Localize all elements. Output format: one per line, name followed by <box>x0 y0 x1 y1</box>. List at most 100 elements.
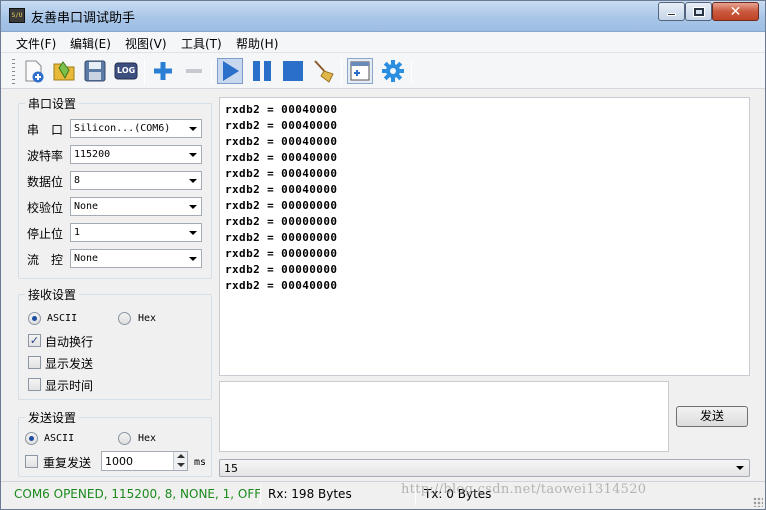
flow-select[interactable]: None <box>70 249 202 268</box>
connection-status: COM6 OPENED, 115200, 8, NONE, 1, OFF <box>14 487 262 501</box>
toolbar-grip[interactable] <box>12 59 15 85</box>
add-plus-icon <box>154 62 172 80</box>
save-disk-icon <box>84 60 106 82</box>
pause-icon <box>253 61 271 81</box>
add-button[interactable] <box>150 58 176 84</box>
receive-hex-radio[interactable] <box>118 312 131 325</box>
menu-tools[interactable]: 工具(T) <box>181 35 222 52</box>
send-ascii-label: ASCII <box>44 433 75 444</box>
port-label: 串 口 <box>27 123 64 137</box>
toolbar: LOG <box>1 53 765 89</box>
rx-line: rxdb2 = 00040000 <box>225 135 338 148</box>
play-icon <box>223 61 239 81</box>
chevron-down-icon <box>189 231 197 235</box>
minimize-icon <box>667 13 676 16</box>
send-hex-label: Hex <box>138 433 157 444</box>
close-button[interactable]: ✕ <box>712 2 759 21</box>
send-textarea[interactable] <box>219 381 669 452</box>
databits-select[interactable]: 8 <box>70 171 202 190</box>
rx-line: rxdb2 = 00040000 <box>225 183 338 196</box>
toolbar-separator <box>411 59 412 85</box>
send-button[interactable]: 发送 <box>676 406 748 427</box>
databits-label: 数据位 <box>27 175 64 189</box>
repeat-send-label: 重复发送 <box>43 456 92 470</box>
remove-button[interactable] <box>181 58 207 84</box>
stopbits-value: 1 <box>74 227 81 238</box>
new-window-button[interactable] <box>347 58 373 84</box>
flow-value: None <box>74 253 99 264</box>
open-folder-icon <box>53 61 75 81</box>
rx-line: rxdb2 = 00040000 <box>225 119 338 132</box>
stepper-buttons[interactable] <box>173 452 187 470</box>
clear-button[interactable] <box>311 58 337 84</box>
repeat-send-checkbox[interactable] <box>25 455 38 468</box>
status-bar: COM6 OPENED, 115200, 8, NONE, 1, OFF Rx:… <box>1 481 765 509</box>
databits-value: 8 <box>74 175 81 186</box>
receive-textarea[interactable]: rxdb2 = 00040000 rxdb2 = 00040000 rxdb2 … <box>219 97 750 376</box>
save-button[interactable] <box>82 58 108 84</box>
rx-line: rxdb2 = 00040000 <box>225 103 338 116</box>
toolbar-separator <box>341 59 342 85</box>
maximize-button[interactable] <box>685 2 712 21</box>
menu-edit[interactable]: 编辑(E) <box>70 35 111 52</box>
chevron-down-icon <box>189 179 197 183</box>
title-bar[interactable]: S/U 友善串口调试助手 ✕ <box>1 1 765 32</box>
close-icon: ✕ <box>729 3 742 20</box>
send-history-value: 15 <box>224 462 238 475</box>
auto-wrap-label: 自动换行 <box>45 335 94 349</box>
gear-icon <box>382 60 404 82</box>
show-send-checkbox[interactable] <box>28 356 41 369</box>
port-select[interactable]: Silicon...(COM6) <box>70 119 202 138</box>
rx-line: rxdb2 = 00040000 <box>225 167 338 180</box>
app-window: S/U 友善串口调试助手 ✕ 文件(F) 编辑(E) 视图(V) 工具(T) 帮… <box>0 0 766 510</box>
log-button[interactable]: LOG <box>113 58 139 84</box>
serial-settings-title: 串口设置 <box>25 95 80 112</box>
rx-line: rxdb2 = 00000000 <box>225 247 338 260</box>
toolbar-separator <box>144 59 145 85</box>
menu-view[interactable]: 视图(V) <box>125 35 167 52</box>
auto-wrap-checkbox[interactable]: ✓ <box>28 334 41 347</box>
baud-select[interactable]: 115200 <box>70 145 202 164</box>
chevron-down-icon <box>189 153 197 157</box>
new-session-icon <box>25 60 44 83</box>
receive-ascii-radio[interactable] <box>28 312 41 325</box>
window-title: 友善串口调试助手 <box>31 11 136 26</box>
window-add-icon <box>350 61 370 81</box>
new-session-button[interactable] <box>21 58 47 84</box>
receive-settings-title: 接收设置 <box>25 286 80 303</box>
stop-button[interactable] <box>280 58 306 84</box>
send-settings-title: 发送设置 <box>25 409 80 426</box>
resize-grip[interactable] <box>753 497 763 507</box>
send-ascii-radio[interactable] <box>25 432 38 445</box>
stopbits-label: 停止位 <box>27 227 64 241</box>
send-history-select[interactable]: 15 <box>219 459 750 477</box>
show-send-label: 显示发送 <box>45 357 94 371</box>
rx-line: rxdb2 = 00000000 <box>225 231 338 244</box>
interval-stepper[interactable]: 1000 <box>101 451 188 471</box>
stopbits-select[interactable]: 1 <box>70 223 202 242</box>
app-logo-icon: S/U <box>9 8 25 23</box>
parity-select[interactable]: None <box>70 197 202 216</box>
interval-unit: ms <box>194 457 207 468</box>
chevron-down-icon[interactable] <box>177 463 185 467</box>
minimize-button[interactable] <box>658 2 685 21</box>
maximize-icon <box>692 6 705 17</box>
send-hex-radio[interactable] <box>118 432 131 445</box>
parity-value: None <box>74 201 99 212</box>
chevron-up-icon[interactable] <box>177 454 185 458</box>
show-time-checkbox[interactable] <box>28 378 41 391</box>
settings-button[interactable] <box>380 58 406 84</box>
chevron-down-icon <box>189 257 197 261</box>
menu-help[interactable]: 帮助(H) <box>236 35 278 52</box>
menu-file[interactable]: 文件(F) <box>16 35 56 52</box>
start-button[interactable] <box>217 58 243 84</box>
open-button[interactable] <box>51 58 77 84</box>
interval-value: 1000 <box>105 455 133 468</box>
menu-bar: 文件(F) 编辑(E) 视图(V) 工具(T) 帮助(H) <box>1 32 765 53</box>
rx-line: rxdb2 = 00000000 <box>225 263 338 276</box>
watermark: http://blog.csdn.net/taowei1314520 <box>401 482 647 497</box>
toolbar-separator <box>211 59 212 85</box>
receive-ascii-label: ASCII <box>47 313 78 324</box>
stop-icon <box>283 61 303 81</box>
pause-button[interactable] <box>249 58 275 84</box>
